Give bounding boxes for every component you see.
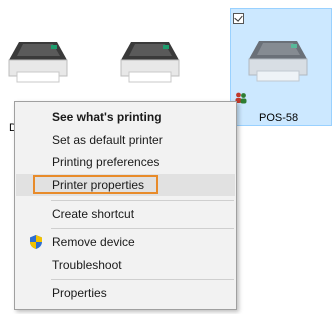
printer-icon [8,42,68,83]
menu-item-printer-properties[interactable]: Printer properties [16,174,235,196]
context-menu: See what's printing Set as default print… [14,101,237,310]
menu-item-printing-preferences[interactable]: Printing preferences [16,151,235,173]
menu-separator [51,279,234,280]
menu-item-label: Remove device [52,235,135,249]
menu-item-properties[interactable]: Properties [16,282,235,304]
selection-checkbox[interactable] [233,13,244,24]
printer-tile-2[interactable] [112,20,192,100]
menu-item-label: Printing preferences [52,155,160,169]
printer-tile-1[interactable] [0,20,80,100]
menu-item-see-whats-printing[interactable]: See what's printing [16,106,235,128]
menu-item-create-shortcut[interactable]: Create shortcut [16,203,235,225]
menu-separator [51,228,234,229]
printer-icon [120,42,180,83]
menu-item-label: Create shortcut [52,207,135,221]
menu-item-label: See what's printing [52,110,162,124]
menu-item-label: Properties [52,286,107,300]
menu-separator [51,200,234,201]
menu-item-troubleshoot[interactable]: Troubleshoot [16,254,235,276]
menu-item-remove-device[interactable]: Remove device [16,231,235,253]
menu-item-label: Printer properties [52,178,145,192]
printer-icon [248,41,308,82]
menu-item-label: Set as default printer [52,133,163,147]
shield-icon [30,235,42,249]
printer-label: POS-58 [259,112,299,124]
printer-tile-pos58[interactable]: POS-58 [230,8,332,126]
menu-item-label: Troubleshoot [52,258,122,272]
menu-item-set-default[interactable]: Set as default printer [16,129,235,151]
